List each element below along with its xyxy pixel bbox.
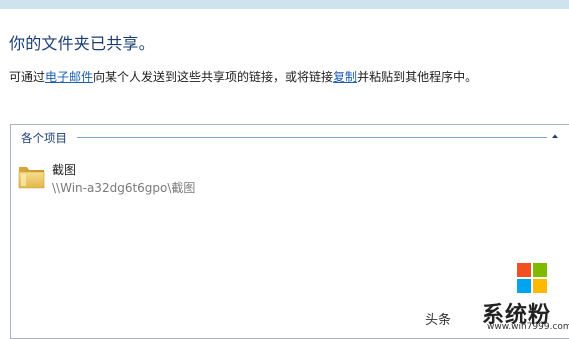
brand-url: www.win7999.com [487, 322, 569, 332]
folder-icon [18, 167, 45, 189]
description-suffix: 并粘贴到其他程序中。 [357, 70, 478, 84]
email-link[interactable]: 电子邮件 [45, 70, 93, 84]
list-item[interactable]: 截图 \\Win-a32dg6t6gpo\截图 [17, 159, 257, 199]
group-divider [77, 137, 547, 138]
description-prefix: 可通过 [9, 70, 46, 84]
description-middle: 向某个人发送到这些共享项的链接，或将链接 [93, 70, 334, 84]
item-path: \\Win-a32dg6t6gpo\截图 [52, 181, 196, 195]
chevron-up-icon[interactable] [549, 130, 561, 142]
window-top-strip [0, 0, 569, 9]
group-header[interactable]: 各个项目 [11, 125, 569, 147]
share-description: 可通过电子邮件向某个人发送到这些共享项的链接，或将链接复制并粘贴到其他程序中。 [9, 68, 477, 85]
windows-logo-icon [517, 263, 547, 293]
group-title: 各个项目 [21, 130, 71, 146]
item-name: 截图 [52, 163, 77, 177]
copy-link[interactable]: 复制 [333, 70, 357, 84]
toutiao-watermark: 头条 [425, 313, 452, 328]
page-title: 你的文件夹已共享。 [9, 34, 155, 53]
